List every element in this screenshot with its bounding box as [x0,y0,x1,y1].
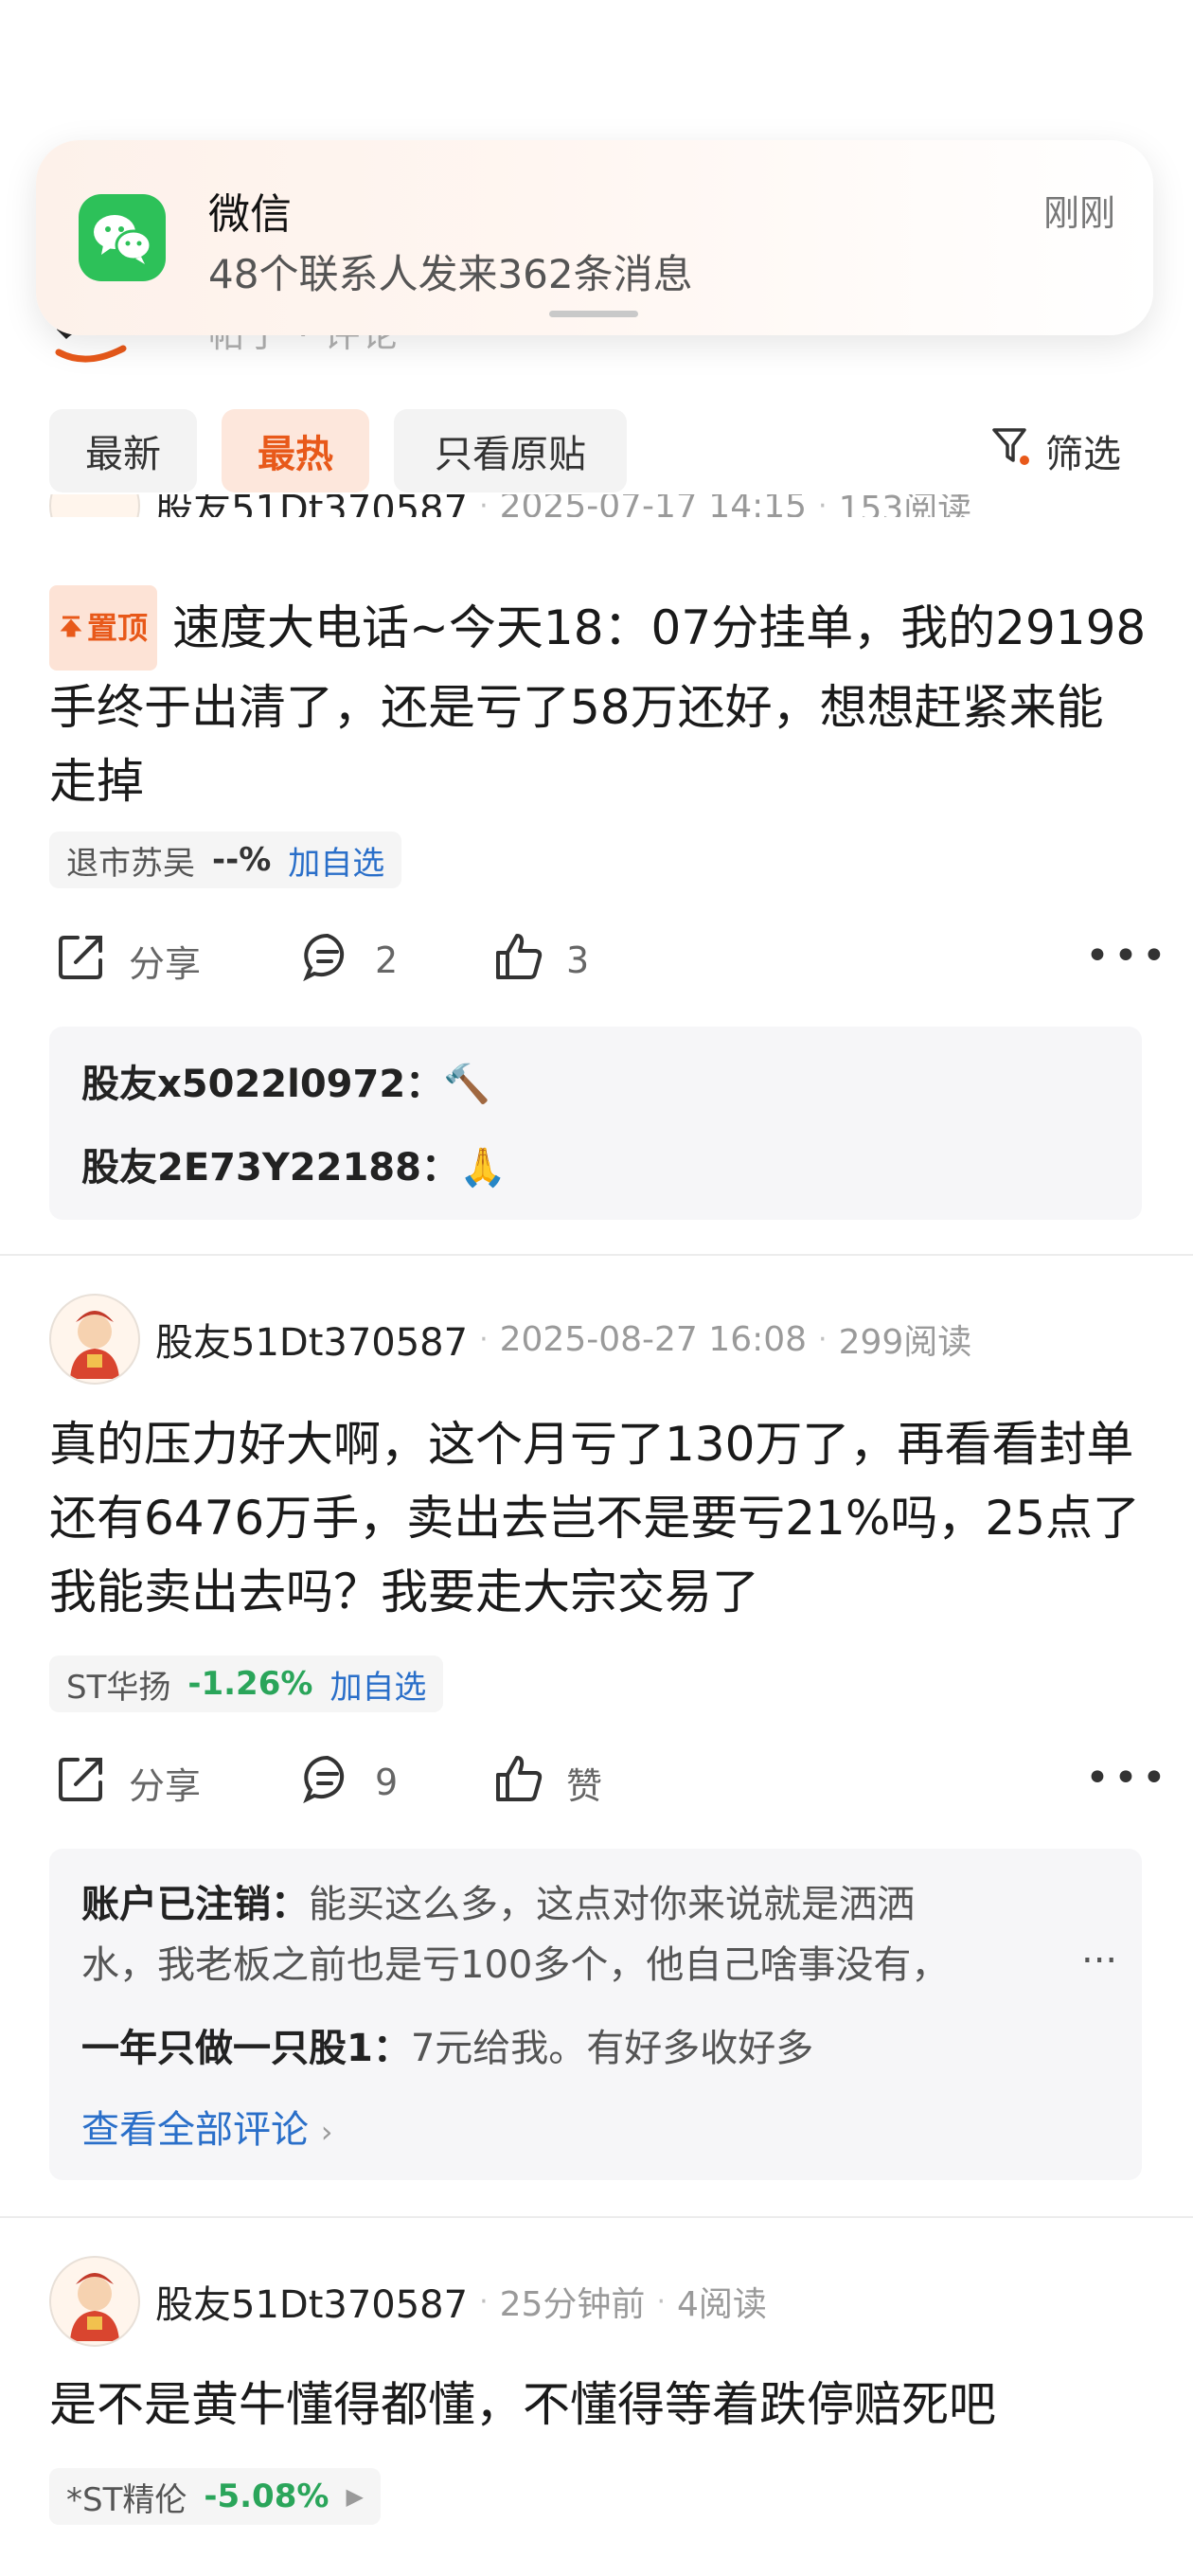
author-name[interactable]: 股友51Dt370587 [155,494,468,517]
post-3-header: 股友51Dt370587 · 25分钟前 · 4阅读 [49,2256,767,2347]
tab-original-only[interactable]: 只看原贴 [394,409,627,492]
post-time: 25分钟前 [499,2285,646,2324]
add-watchlist-button[interactable]: 加自选 [329,1661,426,1708]
comment-item[interactable]: 股友x5022l0972：🔨 [81,1053,490,1108]
post-time: 2025-08-27 16:08 [499,1319,808,1359]
stock-change: -1.26% [187,1665,313,1703]
post-1-content[interactable]: 置顶 速度大电话~今天18：07分挂单，我的29198手终于出清了，还是亏了58… [49,585,1148,818]
read-count: 4阅读 [676,2285,767,2324]
chevron-right-icon: › [320,2114,333,2150]
stock-name: *ST精伦 [66,2480,187,2519]
notification-drag-handle[interactable] [549,311,638,317]
comment-button[interactable]: 9 [299,1744,398,1820]
more-options-icon[interactable]: ••• [1085,932,1170,980]
read-count: 153阅读 [838,494,972,517]
thumbs-up-icon [490,928,547,993]
post-1-header-clipped: 股友51Dt370587 · 2025-07-17 14:15 · 153阅读 [0,494,1193,517]
wechat-icon [79,194,166,281]
stock-chip[interactable]: 退市苏吴 --% 加自选 [49,832,402,888]
stock-name: 退市苏吴 [66,844,195,883]
more-options-icon[interactable]: ••• [1085,1754,1170,1802]
post-time: 2025-07-17 14:15 [499,494,808,517]
comment-icon [299,928,356,993]
like-button[interactable]: 3 [490,922,589,998]
comment-item[interactable]: 账户已注销：能买这么多，这点对你来说就是洒洒 [81,1873,915,1928]
filter-button[interactable]: 筛选 [990,417,1121,485]
share-button[interactable]: 分享 [53,922,201,998]
notification-banner[interactable]: 微信 48个联系人发来362条消息 刚刚 [36,140,1153,335]
tab-latest[interactable]: 最新 [49,409,197,492]
post-divider [0,1254,1193,1256]
notification-message: 48个联系人发来362条消息 [208,251,693,297]
comment-preview-box[interactable]: 账户已注销：能买这么多，这点对你来说就是洒洒 水，我老板之前也是亏100多个，他… [49,1849,1142,2180]
filter-icon [990,424,1034,477]
post-divider [0,2216,1193,2218]
comment-icon [299,1750,356,1816]
view-all-comments-link[interactable]: 查看全部评论 › [81,2099,333,2154]
author-name[interactable]: 股友51Dt370587 [155,1312,468,1367]
add-watchlist-button[interactable]: 加自选 [288,837,384,884]
read-count: 299阅读 [838,1323,972,1362]
avatar[interactable] [49,494,140,517]
comment-preview-box[interactable]: 股友x5022l0972：🔨 股友2E73Y22188：🙏 [49,1027,1142,1220]
comment-item[interactable]: 股友2E73Y22188：🙏 [81,1136,507,1191]
comment-item[interactable]: 一年只做一只股1：7元给我。有好多收好多 [81,2017,813,2072]
post-text: 速度大电话~今天18：07分挂单，我的29198手终于出清了，还是亏了58万还好… [49,600,1147,809]
tab-hottest[interactable]: 最热 [222,409,369,492]
pinned-badge: 置顶 [49,585,158,671]
avatar[interactable] [49,1294,140,1385]
avatar[interactable] [49,2256,140,2347]
share-icon [53,928,110,993]
play-arrow-icon: ▶ [346,2483,364,2510]
comment-button[interactable]: 2 [299,922,398,998]
share-button[interactable]: 分享 [53,1744,201,1820]
stock-name: ST华扬 [66,1668,171,1707]
post-3-content[interactable]: 是不是黄牛懂得都懂，不懂得等着跌停赔死吧 [49,2368,1148,2442]
like-button[interactable]: 赞 [490,1744,602,1820]
filter-label: 筛选 [1045,433,1121,476]
stock-change: --% [212,841,272,879]
thumbs-up-icon [490,1750,547,1816]
comment-item-continued[interactable]: 水，我老板之前也是亏100多个，他自己啥事没有， [81,1934,949,1989]
post-2-header: 股友51Dt370587 · 2025-08-27 16:08 · 299阅读 [49,1294,971,1385]
stock-change: -5.08% [204,2478,329,2515]
post-2-content[interactable]: 真的压力好大啊，这个月亏了130万了，再看看封单还有6476万手，卖出去岂不是要… [49,1407,1148,1629]
stock-chip[interactable]: *ST精伦 -5.08% ▶ [49,2468,381,2525]
notification-time: 刚刚 [1042,192,1115,234]
stock-chip[interactable]: ST华扬 -1.26% 加自选 [49,1655,444,1712]
notification-app-name: 微信 [208,190,292,239]
author-name[interactable]: 股友51Dt370587 [155,2274,468,2329]
share-icon [53,1750,110,1816]
comment-ellipsis: ... [1081,1928,1118,1972]
pin-arrow-icon [59,591,83,665]
